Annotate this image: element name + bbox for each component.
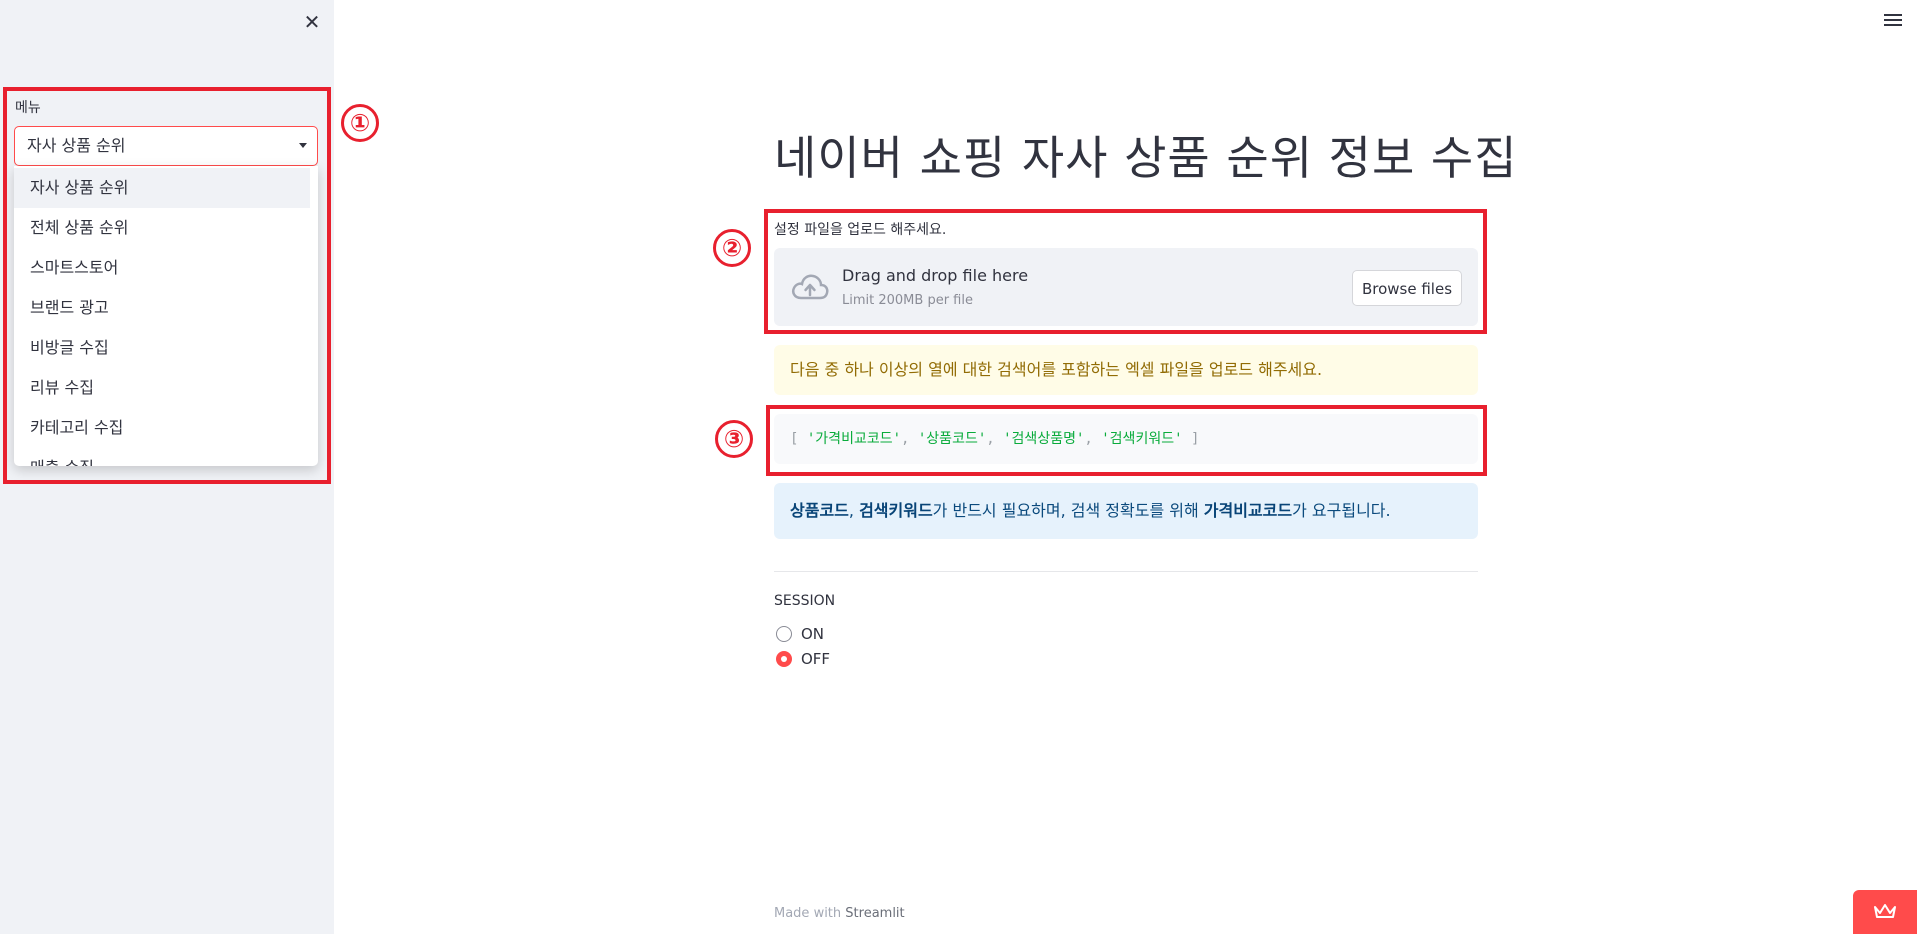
footer: Made with Streamlit — [774, 906, 905, 921]
annotation-box-1 — [3, 87, 331, 484]
crown-icon — [1874, 904, 1896, 918]
cloud-upload-icon — [792, 274, 829, 300]
info-bold-keyword: 검색키워드 — [859, 501, 933, 520]
code-item: '가격비교코드' — [806, 431, 902, 447]
code-item: '상품코드' — [917, 431, 987, 447]
radio-circle-icon — [776, 626, 792, 642]
upload-label: 설정 파일을 업로드 해주세요. — [774, 222, 947, 238]
divider — [774, 571, 1478, 572]
info-separator: , — [848, 501, 860, 520]
code-item: '검색키워드' — [1101, 431, 1183, 447]
radio-on[interactable]: ON — [776, 624, 824, 644]
dropzone-limit: Limit 200MB per file — [842, 293, 973, 308]
info-text-end: 가 요구됩니다. — [1292, 501, 1391, 520]
code-block: [ '가격비교코드', '상품코드', '검색상품명', '검색키워드' ] — [774, 414, 1478, 464]
radio-off[interactable]: OFF — [776, 649, 830, 669]
info-bold-price-code: 가격비교코드 — [1203, 501, 1293, 520]
page-title: 네이버 쇼핑 자사 상품 순위 정보 수집 — [774, 131, 1518, 185]
session-label: SESSION — [774, 593, 836, 609]
annotation-number-3: ③ — [715, 420, 753, 458]
annotation-number-2: ② — [713, 229, 751, 267]
code-bracket-close: ] — [1190, 431, 1200, 447]
radio-label: ON — [801, 625, 825, 643]
info-bold-product-code: 상품코드 — [790, 501, 849, 520]
code-item: '검색상품명' — [1003, 431, 1085, 447]
warning-alert: 다음 중 하나 이상의 열에 대한 검색어를 포함하는 엑셀 파일을 업로드 해… — [774, 345, 1478, 395]
radio-label: OFF — [801, 650, 831, 668]
info-text-middle: 가 반드시 필요하며, 검색 정확도를 위해 — [932, 501, 1204, 520]
info-alert: 상품코드, 검색키워드가 반드시 필요하며, 검색 정확도를 위해 가격비교코드… — [774, 483, 1478, 539]
annotation-number-1: ① — [341, 104, 379, 142]
radio-checked-icon — [776, 651, 792, 667]
streamlit-badge[interactable] — [1853, 890, 1917, 934]
file-dropzone[interactable]: Drag and drop file here Limit 200MB per … — [774, 248, 1478, 326]
dropzone-instruction: Drag and drop file here — [842, 266, 1029, 285]
footer-prefix: Made with — [774, 906, 846, 921]
streamlit-link[interactable]: Streamlit — [845, 906, 904, 921]
browse-files-button[interactable]: Browse files — [1352, 270, 1462, 306]
close-icon[interactable]: ✕ — [300, 10, 324, 34]
code-bracket-open: [ — [790, 431, 799, 447]
hamburger-menu-icon[interactable] — [1884, 14, 1902, 28]
